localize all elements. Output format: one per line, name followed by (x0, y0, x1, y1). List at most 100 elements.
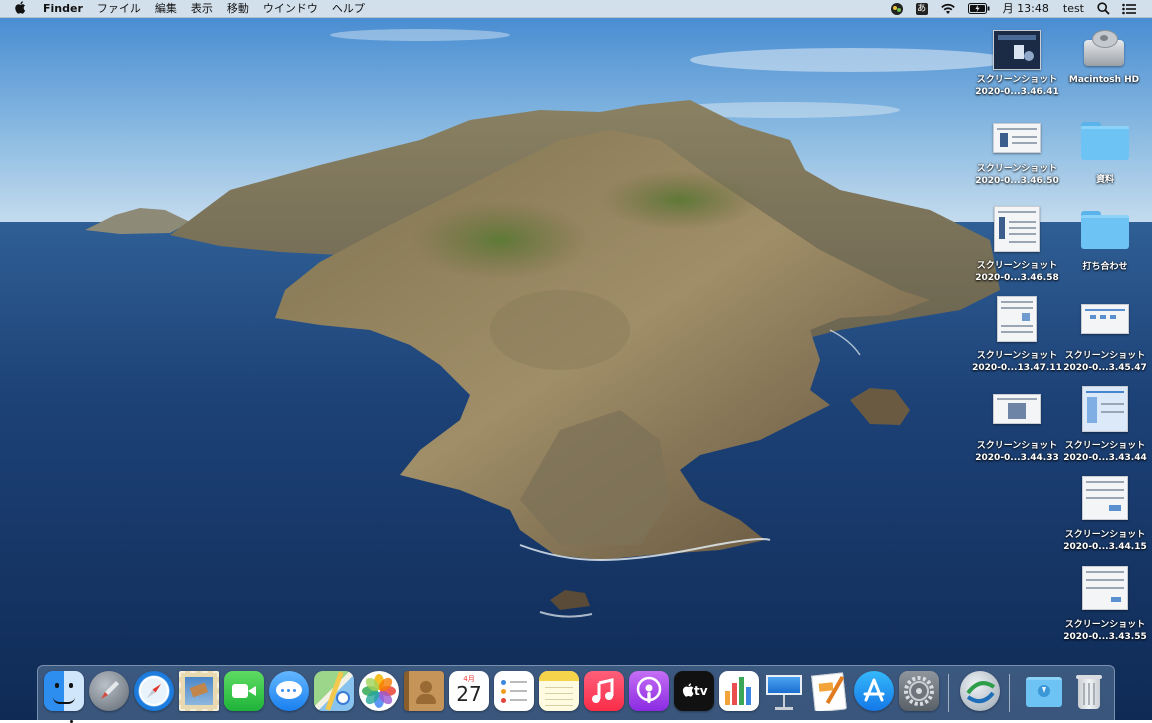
screenshot-thumbnail-icon (1082, 386, 1128, 432)
desktop-icon-label-date: 2020-0...3.46.58 (975, 273, 1059, 283)
battery-charging-icon[interactable] (962, 0, 996, 18)
dock-maps[interactable] (314, 671, 354, 711)
dock-separator (1009, 674, 1010, 712)
desktop-icon-label-date: 2020-0...3.44.15 (1063, 542, 1147, 552)
desktop-icon-label: スクリーンショット (1064, 441, 1146, 451)
screenshot-thumbnail-icon (994, 206, 1040, 252)
dock-app-store[interactable] (854, 671, 894, 711)
desktop-icon-label: スクリーンショット (976, 351, 1058, 361)
facetime-icon (224, 671, 264, 711)
menu-bar: Finder ファイル 編集 表示 移動 ウインドウ ヘルプ あ 月 13:48… (0, 0, 1152, 18)
desktop-icon-screenshot[interactable]: スクリーンショット 2020-0...3.44.15 (1060, 476, 1150, 553)
spotlight-search-icon[interactable] (1091, 0, 1116, 18)
apple-tv-icon: tv (674, 671, 714, 711)
desktop-icon-screenshot[interactable]: スクリーンショット 2020-0...3.44.33 (972, 394, 1062, 464)
photos-icon (359, 671, 399, 711)
menubar-user[interactable]: test (1056, 0, 1091, 18)
screenshot-thumbnail-icon (997, 296, 1037, 342)
app-store-icon (854, 671, 894, 711)
desktop-icon-label-date: 2020-0...3.45.47 (1063, 363, 1147, 373)
siri-status-icon[interactable] (884, 0, 910, 18)
desktop-icon-label: スクリーンショット (976, 261, 1058, 271)
music-icon (584, 671, 624, 711)
menu-go[interactable]: 移動 (220, 0, 256, 18)
desktop-icon-label-date: 2020-0...3.43.44 (1063, 453, 1147, 463)
dock: 4月 27 tv (37, 665, 1115, 723)
desktop-icon-label: スクリーンショット (1064, 351, 1146, 361)
menu-edit[interactable]: 編集 (148, 0, 184, 18)
system-preferences-icon (899, 671, 939, 711)
hard-drive-icon (1082, 26, 1126, 70)
notes-icon (539, 671, 579, 711)
dock-safari[interactable] (134, 671, 174, 711)
screenshot-thumbnail-icon (1082, 566, 1128, 610)
dock-messages[interactable] (269, 671, 309, 711)
screenshot-thumbnail-icon (993, 123, 1041, 153)
dock-finder[interactable] (44, 671, 84, 723)
dock-network-app[interactable] (960, 671, 1000, 711)
desktop-icon-macintosh-hd[interactable]: Macintosh HD (1059, 26, 1149, 86)
input-source-menu[interactable]: あ (910, 0, 934, 18)
notification-center-icon[interactable] (1116, 0, 1142, 18)
dock-notes[interactable] (539, 671, 579, 711)
network-globe-icon (960, 671, 1000, 711)
desktop-icon-label-date: 2020-0...3.44.33 (975, 453, 1059, 463)
screenshot-thumbnail-icon (993, 394, 1041, 424)
dock-keynote[interactable] (764, 671, 804, 711)
desktop-icon-screenshot[interactable]: スクリーンショット 2020-0...3.45.47 (1060, 304, 1150, 374)
safari-icon (134, 671, 174, 711)
dock-launchpad[interactable] (89, 671, 129, 711)
desktop-icon-label: 打ち合わせ (1082, 262, 1128, 272)
calendar-icon: 4月 27 (449, 671, 489, 711)
desktop-icon-screenshot[interactable]: スクリーンショット 2020-0...3.43.44 (1060, 386, 1150, 464)
screenshot-thumbnail-icon (1081, 304, 1129, 334)
dock-trash[interactable] (1069, 671, 1109, 711)
menu-window[interactable]: ウインドウ (256, 0, 325, 18)
desktop-icon-label: スクリーンショット (976, 441, 1058, 451)
dock-facetime[interactable] (224, 671, 264, 711)
dock-reminders[interactable] (494, 671, 534, 711)
desktop-icon-folder-materials[interactable]: 資料 (1060, 122, 1150, 186)
dock-photos[interactable] (359, 671, 399, 711)
dock-tv[interactable]: tv (674, 671, 714, 711)
folder-icon (1081, 122, 1129, 162)
app-menu-finder[interactable]: Finder (36, 0, 90, 18)
desktop-icon-label-date: 2020-0...3.46.41 (975, 87, 1059, 97)
menu-help[interactable]: ヘルプ (325, 0, 372, 18)
screenshot-thumbnail-icon (993, 30, 1041, 70)
podcasts-icon (629, 671, 669, 711)
dock-music[interactable] (584, 671, 624, 711)
calendar-day: 27 (456, 682, 482, 706)
folder-icon (1081, 211, 1129, 251)
dock-podcasts[interactable] (629, 671, 669, 711)
desktop-icon-label-date: 2020-0...3.43.55 (1063, 632, 1147, 642)
keynote-icon (764, 671, 804, 711)
apple-menu-button[interactable] (0, 0, 36, 17)
dock-calendar[interactable]: 4月 27 (449, 671, 489, 711)
desktop-icon-screenshot[interactable]: スクリーンショット 2020-0...3.46.58 (972, 206, 1062, 284)
desktop-icon-label: Macintosh HD (1068, 75, 1140, 85)
dock-pages[interactable] (809, 671, 849, 711)
dock-contacts[interactable] (404, 671, 444, 711)
pages-icon (809, 671, 849, 711)
desktop-icon-screenshot[interactable]: スクリーンショット 2020-0...3.46.41 (972, 30, 1062, 98)
dock-downloads[interactable] (1024, 671, 1064, 711)
screenshot-thumbnail-icon (1082, 476, 1128, 520)
wifi-icon[interactable] (934, 0, 962, 18)
dock-mail[interactable] (179, 671, 219, 711)
menu-file[interactable]: ファイル (90, 0, 148, 18)
menu-view[interactable]: 表示 (184, 0, 220, 18)
apple-logo-icon (14, 0, 26, 17)
desktop-icon-screenshot[interactable]: スクリーンショット 2020-0...3.46.50 (972, 123, 1062, 187)
downloads-folder-icon (1024, 671, 1064, 711)
maps-icon (314, 671, 354, 711)
dock-system-preferences[interactable] (899, 671, 939, 711)
menubar-clock[interactable]: 月 13:48 (996, 0, 1056, 18)
desktop-icon-label: スクリーンショット (1064, 530, 1146, 540)
desktop-icon-folder-meeting[interactable]: 打ち合わせ (1060, 211, 1150, 273)
desktop-icon-screenshot[interactable]: スクリーンショット 2020-0...3.43.55 (1060, 566, 1150, 643)
desktop-icon-label: 資料 (1095, 175, 1114, 185)
desktop-icon-screenshot[interactable]: スクリーンショット 2020-0...13.47.11 (972, 296, 1062, 374)
dock-numbers[interactable] (719, 671, 759, 711)
dock-separator (948, 674, 949, 712)
